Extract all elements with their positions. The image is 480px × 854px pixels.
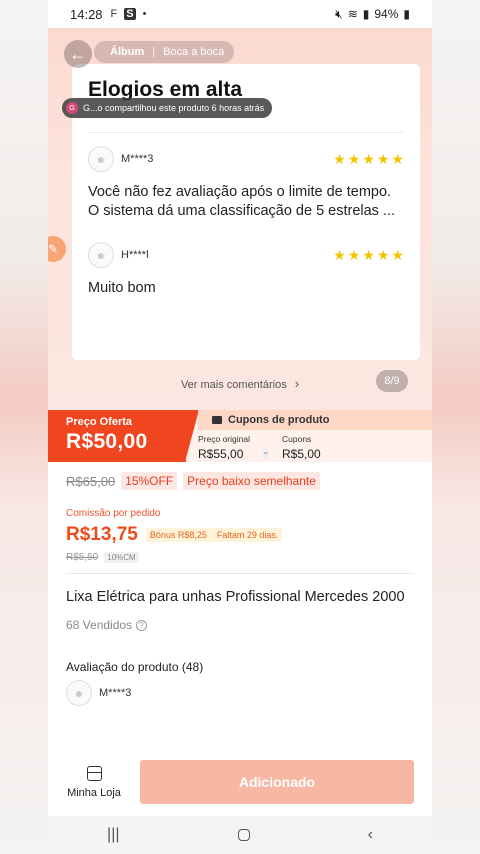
commission-block: Comissão por pedido R$13,75 Bônus R$8,25… bbox=[66, 508, 414, 563]
price-banner: Preço Oferta R$50,00 Cupons de produto P… bbox=[48, 410, 432, 462]
share-toast: G G...o compartilhou este produto 6 hora… bbox=[62, 98, 273, 118]
home-icon[interactable] bbox=[237, 829, 250, 841]
coupon-block: Cupons de produto Preço original R$55,00… bbox=[185, 410, 432, 462]
s-icon: S bbox=[124, 8, 136, 20]
review-name: M****3 bbox=[121, 153, 154, 165]
edit-button[interactable]: ✎ bbox=[48, 236, 66, 262]
review-text: Muito bom bbox=[88, 280, 156, 296]
bonus-text: Bônus R$8,25 bbox=[149, 530, 207, 540]
dot-icon: • bbox=[142, 8, 147, 20]
store-icon bbox=[86, 765, 102, 781]
more-comments-label: Ver mais comentários bbox=[180, 379, 287, 391]
review-name: H****l bbox=[121, 249, 149, 261]
commission-value: R$13,75 bbox=[66, 524, 138, 545]
rating-name: M****3 bbox=[99, 687, 132, 699]
tab-album[interactable]: Álbum bbox=[110, 46, 144, 58]
star-icon: ★ bbox=[333, 246, 346, 263]
minus-sign: - bbox=[262, 448, 270, 459]
mute-icon: 🔇︎ bbox=[335, 6, 343, 21]
info-icon[interactable]: ? bbox=[136, 619, 148, 631]
sold-count: 68 Vendidos ? bbox=[66, 618, 414, 632]
wifi-icon: ≋ bbox=[347, 7, 358, 21]
star-icon: ★ bbox=[347, 150, 361, 167]
similar-price-badge: Preço baixo semelhante bbox=[183, 472, 320, 490]
old-price: R$65,00 bbox=[66, 473, 116, 489]
back-button[interactable]: ← bbox=[64, 40, 92, 68]
commission-label: Comissão por pedido bbox=[66, 508, 161, 519]
status-time: 14:28 bbox=[70, 6, 103, 22]
status-bar: 14:28 F S • 🔇︎ ≋ ▮ 94% ▮ bbox=[48, 0, 432, 28]
tab-boca-a-boca[interactable]: Boca a boca bbox=[163, 46, 224, 58]
star-icon: ★ bbox=[333, 150, 346, 167]
more-comments-link[interactable]: Ver mais comentários › bbox=[48, 376, 432, 391]
ticket-icon bbox=[212, 416, 222, 424]
original-price-value: R$55,00 bbox=[198, 447, 244, 461]
discount-badge: 15%OFF bbox=[121, 472, 178, 490]
my-store-button[interactable]: Minha Loja bbox=[66, 765, 122, 799]
product-name: Lixa Elétrica para unhas Profissional Me… bbox=[66, 589, 405, 605]
review-stars: ★ ★ ★ ★ ★ bbox=[333, 247, 404, 264]
sold-text: 68 Vendidos bbox=[66, 618, 133, 632]
offer-price: R$50,00 bbox=[66, 430, 148, 453]
coupon-value: R$5,00 bbox=[282, 447, 321, 461]
divider bbox=[66, 573, 414, 574]
comments-section: Elogios em alta G G...o compartilhou est… bbox=[48, 28, 432, 410]
rating-item: ● M****3 bbox=[66, 680, 414, 706]
old-price-row: R$65,00 15%OFF Preço baixo semelhante bbox=[48, 462, 432, 490]
remaining-days: Faltam 29 dias. bbox=[216, 530, 279, 540]
share-toast-text: G...o compartilhou este produto 6 horas … bbox=[83, 103, 265, 113]
my-store-label: Minha Loja bbox=[67, 786, 121, 799]
arrow-left-icon: ← bbox=[69, 43, 87, 64]
original-price-block: Preço original R$55,00 bbox=[198, 434, 250, 461]
comments-card: Elogios em alta G G...o compartilhou est… bbox=[62, 64, 420, 360]
background-right bbox=[432, 0, 480, 854]
star-icon: ★ bbox=[376, 246, 390, 263]
review-item: ● H****l ★ ★ ★ ★ ★ Muito bom bbox=[88, 241, 404, 298]
review-text: Você não fez avaliação após o limite de … bbox=[88, 184, 396, 219]
star-icon: ★ bbox=[391, 150, 404, 167]
star-icon: ★ bbox=[362, 246, 375, 263]
status-right: 🔇︎ ≋ ▮ 94% ▮ bbox=[335, 7, 410, 22]
battery-icon: ▮ bbox=[403, 7, 410, 21]
star-icon: ★ bbox=[391, 246, 404, 263]
back-icon[interactable]: ‹ bbox=[368, 826, 373, 844]
pencil-icon: ✎ bbox=[48, 242, 59, 256]
original-price-label: Preço original bbox=[198, 434, 250, 444]
coupon-label: Cupons bbox=[282, 434, 312, 444]
star-icon: ★ bbox=[362, 150, 375, 167]
share-avatar: G bbox=[66, 102, 78, 114]
rating-title: Avaliação do produto (48) bbox=[66, 660, 204, 674]
avatar: ● bbox=[88, 242, 114, 268]
signal-icon: ▮ bbox=[362, 7, 370, 21]
system-nav-bar: ||| ‹ bbox=[48, 816, 432, 854]
bottom-action-bar: Minha Loja Adicionado bbox=[48, 748, 432, 816]
offer-label: Preço Oferta bbox=[66, 416, 133, 428]
app-screen: 14:28 F S • 🔇︎ ≋ ▮ 94% ▮ Elogios em alta… bbox=[48, 0, 432, 854]
coupon-value-block: Cupons R$5,00 bbox=[282, 434, 321, 461]
commission-rate: 10%CM bbox=[104, 552, 139, 563]
coupon-title-text: Cupons de produto bbox=[228, 414, 330, 426]
added-button[interactable]: Adicionado bbox=[140, 760, 414, 804]
coupon-title: Cupons de produto bbox=[198, 410, 432, 430]
divider bbox=[88, 132, 404, 133]
review-item: ● M****3 ★ ★ ★ ★ ★ Você não fez avaliaçã… bbox=[88, 145, 404, 221]
breadcrumb-separator: | bbox=[152, 46, 156, 58]
recent-apps-icon[interactable]: ||| bbox=[107, 826, 119, 844]
breadcrumb: Álbum | Boca a boca bbox=[94, 41, 235, 63]
background-left bbox=[0, 0, 48, 854]
avatar: ● bbox=[66, 680, 92, 706]
bonus-badge: Bônus R$8,25 Faltam 29 dias. bbox=[145, 528, 283, 542]
image-pager: 8/9 bbox=[376, 370, 408, 392]
flow-icon: F bbox=[110, 8, 118, 20]
star-icon: ★ bbox=[376, 150, 390, 167]
offer-price-block: Preço Oferta R$50,00 bbox=[48, 410, 186, 462]
battery-percent: 94% bbox=[374, 7, 399, 21]
review-stars: ★ ★ ★ ★ ★ bbox=[333, 151, 404, 168]
old-commission: R$5,50 bbox=[66, 552, 99, 563]
avatar: ● bbox=[88, 146, 114, 172]
star-icon: ★ bbox=[347, 246, 361, 263]
chevron-right-icon: › bbox=[294, 376, 300, 391]
